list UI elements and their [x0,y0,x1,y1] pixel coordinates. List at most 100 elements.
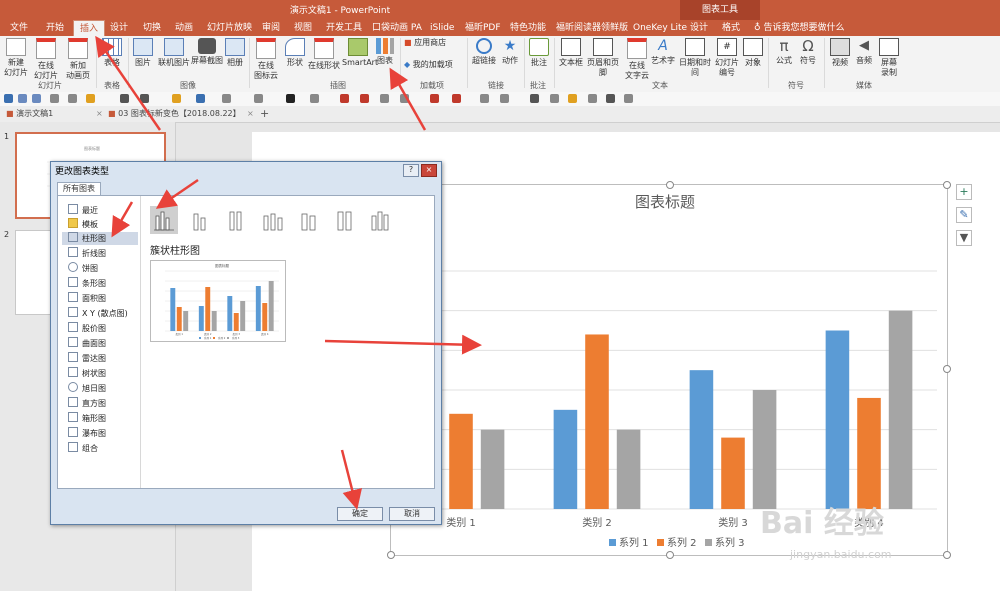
equation-button[interactable]: π 公式 [774,38,794,66]
resize-handle[interactable] [943,181,951,189]
icon-cloud-button[interactable]: 在线 图标云 [252,38,280,81]
chart-type-combo[interactable]: 组合 [68,442,98,455]
variant-3d-column[interactable] [366,206,394,234]
chart-styles-button[interactable]: ✎ [956,207,972,223]
my-addins-button[interactable]: ◆ 我的加载项 [404,60,464,70]
tab-design[interactable]: 设计 [110,20,128,36]
resize-handle[interactable] [943,365,951,373]
line-color-icon[interactable] [196,94,205,103]
tool-icon[interactable] [624,94,633,103]
tab-review[interactable]: 审阅 [262,20,280,36]
symbol-button[interactable]: Ω 符号 [798,38,818,66]
picture-button[interactable]: 图片 [132,38,154,68]
action-button[interactable]: ★ 动作 [500,38,520,66]
tool-icon[interactable] [588,94,597,103]
online-shapes-button[interactable]: 在线形状 [306,38,342,71]
album-button[interactable]: 相册 [224,38,246,68]
new-slide-button[interactable]: 新建 幻灯片 [4,38,28,78]
store-button[interactable]: ■ 应用商店 [404,38,454,48]
new-tab-button[interactable]: + [260,108,269,120]
align-icon[interactable] [120,94,129,103]
doc-tab-active[interactable]: ■ 演示文稿1 [6,108,53,120]
resize-handle[interactable] [387,551,395,559]
text-icon[interactable] [310,94,319,103]
tool-icon[interactable] [380,94,389,103]
highlight-icon[interactable] [86,94,95,103]
chart-type-templates[interactable]: 模板 [68,218,98,231]
tab-foxit-pdf[interactable]: 福昕PDF [465,20,501,36]
smartart-button[interactable]: SmartArt [342,38,378,68]
tool-icon[interactable] [340,94,349,103]
tab-foxit-reader[interactable]: 福昕阅读器领鲜版 [556,20,628,36]
tool-icon[interactable] [480,94,489,103]
variant-100-stacked-column[interactable] [222,206,250,234]
tool-icon[interactable] [550,94,559,103]
resize-handle[interactable] [943,551,951,559]
resize-handle[interactable] [666,181,674,189]
chart-filter-button[interactable]: ▼ [956,230,972,246]
chart-type-surface[interactable]: 曲面图 [68,337,106,350]
comment-button[interactable]: 批注 [528,38,550,68]
tool-icon[interactable] [530,94,539,103]
chart-type-bar[interactable]: 条形图 [68,277,106,290]
variant-3d-stacked[interactable] [294,206,322,234]
chart-type-stock[interactable]: 股价图 [68,322,106,335]
tool-icon[interactable] [568,94,577,103]
tool-icon[interactable] [500,94,509,103]
tab-animations[interactable]: 动画 [175,20,193,36]
datetime-button[interactable]: 日期和时间 [676,38,714,78]
screenshot-button[interactable]: 屏幕截图 [190,38,224,66]
online-picture-button[interactable]: 联机图片 [156,38,192,68]
tab-all-charts[interactable]: 所有图表 [57,182,101,195]
variant-clustered-column[interactable] [150,206,178,234]
chart-type-histogram[interactable]: 直方图 [68,397,106,410]
chart-type-radar[interactable]: 雷达图 [68,352,106,365]
tab-view[interactable]: 视图 [294,20,312,36]
doc-tab-close[interactable]: × [96,108,103,120]
doc-tab-2[interactable]: ■ 03 图表标新变色【2018.08.22】 [108,108,241,120]
tab-insert[interactable]: 插入 [73,20,106,36]
tab-chart-format[interactable]: 格式 [722,20,740,36]
chart-type-recent[interactable]: 最近 [68,204,98,217]
shapes-button[interactable]: 形状 [285,38,305,68]
save-icon[interactable] [4,94,13,103]
tab-onekey[interactable]: OneKey Lite [633,20,687,36]
new-anim-page-button[interactable]: 新加 动画页 [64,38,92,81]
doc-tab-close[interactable]: × [247,108,254,120]
shape-icon[interactable] [254,94,263,103]
tool-icon[interactable] [400,94,409,103]
video-button[interactable]: 视频 [830,38,850,68]
variant-3d-clustered[interactable] [258,206,286,234]
chart-type-area[interactable]: 面积图 [68,292,106,305]
chart-button[interactable]: 图表 [374,38,396,66]
tell-me-box[interactable]: ♁ 告诉我您想要做什么 [754,20,844,36]
undo-icon[interactable] [18,94,27,103]
tool-icon[interactable] [452,94,461,103]
tool-icon[interactable] [430,94,439,103]
chart-type-line[interactable]: 折线图 [68,247,106,260]
resize-handle[interactable] [666,551,674,559]
tab-slideshow[interactable]: 幻灯片放映 [207,20,252,36]
chart-type-sunburst[interactable]: 旭日图 [68,382,106,395]
audio-button[interactable]: ◀ 音频 [854,38,874,66]
tab-developer[interactable]: 开发工具 [326,20,362,36]
help-button[interactable]: ? [403,164,419,177]
tool-icon[interactable] [606,94,615,103]
tab-transitions[interactable]: 切换 [143,20,161,36]
variant-stacked-column[interactable] [186,206,214,234]
slide-number-button[interactable]: # 幻灯片 编号 [714,38,740,78]
chart-type-waterfall[interactable]: 瀑布图 [68,427,106,440]
ok-button[interactable]: 确定 [337,507,383,521]
close-button[interactable]: × [421,164,437,177]
redo-icon[interactable] [32,94,41,103]
format-icon[interactable] [68,94,77,103]
online-slide-button[interactable]: 在线 幻灯片 [32,38,60,81]
textbox-button[interactable]: 文本框 [558,38,584,68]
chart-preview[interactable]: 图表标题 类别 1 类别 2 类别 3 类别 4 系列 1 系列 2 系列 3 [150,260,286,342]
font-color-icon[interactable] [286,94,295,103]
fill-color-icon[interactable] [172,94,181,103]
tab-pocket-anim[interactable]: 口袋动画 PA [372,20,422,36]
chart-type-scatter[interactable]: X Y (散点图) [68,307,128,320]
shape-icon[interactable] [222,94,231,103]
tab-islide[interactable]: iSlide [430,20,454,36]
